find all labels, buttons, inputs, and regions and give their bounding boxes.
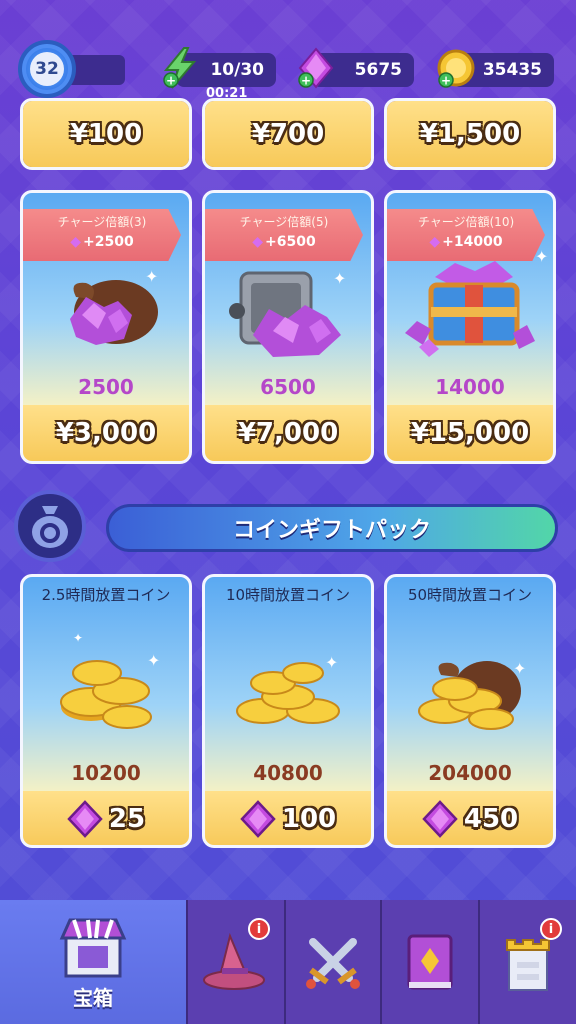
sparkle-icon: ✦ <box>73 631 84 645</box>
gem-pack-card[interactable]: チャージ倍額(3) ◆ +2500 ✦ 2500 ¥3,000 <box>20 190 192 464</box>
tab-shop-label: 宝箱 <box>73 985 113 1010</box>
bonus-badge: チャージ倍額(5) ◆ +6500 <box>205 209 363 261</box>
badge-title: チャージ倍額(10) <box>417 215 515 229</box>
gem-chest-icon <box>387 257 553 363</box>
tab-book[interactable] <box>380 900 478 1024</box>
coin-amount: 40800 <box>253 761 323 785</box>
card-artwork-area: チャージ倍額(10) ◆ +14000 ✦ 14000 <box>387 193 553 405</box>
bottom-nav: 宝箱 i i <box>0 900 576 1024</box>
sparkle-icon: ✦ <box>333 269 347 288</box>
gear-icon: 32 <box>18 40 76 98</box>
section-title: コインギフトパック <box>106 504 558 552</box>
bonus-value: +2500 <box>83 234 134 250</box>
coin-count: 35435 <box>482 60 542 80</box>
gem-pack-card[interactable]: チャージ倍額(10) ◆ +14000 ✦ 14000 ¥15,000 <box>384 190 556 464</box>
coin-bag-icon <box>14 490 86 562</box>
gem-cost: 25 <box>108 804 146 834</box>
coin-icon: + <box>437 49 475 88</box>
gem-cost: 450 <box>463 804 519 834</box>
svg-text:+: + <box>166 74 176 88</box>
top-status-bar: 32 10/30 + 00:21 5675 + 35435 + <box>0 0 576 110</box>
bonus-badge: チャージ倍額(10) ◆ +14000 <box>387 209 545 261</box>
price-label: ¥100 <box>23 101 189 167</box>
price-label: ¥700 <box>205 101 371 167</box>
xp-bar <box>70 55 125 85</box>
price-label: ¥7,000 <box>205 405 371 461</box>
tab-wizard[interactable]: i <box>186 900 284 1024</box>
coin-pile-icon <box>23 647 189 733</box>
lightning-icon: + <box>163 47 197 89</box>
card-artwork-area: チャージ倍額(5) ◆ +6500 ✦ 6500 <box>205 193 371 405</box>
sparkle-icon: ✦ <box>513 659 527 678</box>
price-label: ¥1,500 <box>387 101 553 167</box>
book-icon <box>407 934 453 990</box>
badge-bonus: ◆ +6500 <box>205 234 363 250</box>
coin-pile-icon <box>205 649 371 735</box>
sparkle-icon: ✦ <box>147 651 161 670</box>
bonus-value: +14000 <box>442 234 503 250</box>
gem-icon <box>67 800 103 838</box>
sparkle-icon: ✦ <box>535 247 549 266</box>
crossed-swords-icon <box>306 938 360 989</box>
coin-pack-card[interactable]: 50時間放置コイン ✦ 204000 450 <box>384 574 556 848</box>
card-artwork-area: 10時間放置コイン ✦ 40800 <box>205 577 371 791</box>
level-badge[interactable]: 32 <box>18 40 76 98</box>
energy-value: 10/30 <box>210 60 264 80</box>
shop-icon <box>59 918 127 977</box>
coin-amount: 10200 <box>71 761 141 785</box>
notification-badge: i <box>540 918 562 940</box>
badge-title: チャージ倍額(5) <box>239 215 329 229</box>
gem-count: 5675 <box>354 60 402 80</box>
notification-badge: i <box>248 918 270 940</box>
small-gem-icon: ◆ <box>70 234 82 250</box>
gem-amount: 14000 <box>435 375 505 399</box>
gem-bag-icon <box>23 267 189 357</box>
coin-pack-title: 10時間放置コイン <box>225 586 351 604</box>
castle-icon <box>506 939 550 991</box>
energy-timer: 00:21 <box>206 86 248 101</box>
gem-cost: 100 <box>281 804 337 834</box>
gem-icon: + <box>298 47 334 89</box>
card-artwork-area: チャージ倍額(3) ◆ +2500 ✦ 2500 <box>23 193 189 405</box>
level-number: 32 <box>30 52 64 86</box>
price-label: ¥15,000 <box>387 405 553 461</box>
gem-amount: 2500 <box>78 375 134 399</box>
coin-section-header: コインギフトパック <box>14 488 562 562</box>
coin-pack-card[interactable]: 2.5時間放置コイン ✦ ✦ 10200 25 <box>20 574 192 848</box>
small-gem-icon: ◆ <box>252 234 264 250</box>
card-artwork-area: 2.5時間放置コイン ✦ ✦ 10200 <box>23 577 189 791</box>
badge-bonus: ◆ +2500 <box>23 234 181 250</box>
tab-battle[interactable] <box>284 900 380 1024</box>
coin-amount: 204000 <box>428 761 512 785</box>
bonus-badge: チャージ倍額(3) ◆ +2500 <box>23 209 181 261</box>
card-artwork-area: 50時間放置コイン ✦ 204000 <box>387 577 553 791</box>
small-gem-icon: ◆ <box>429 234 441 250</box>
coin-pack-title: 50時間放置コイン <box>407 586 533 604</box>
gem-cost-button: 450 <box>387 791 553 845</box>
bonus-value: +6500 <box>265 234 316 250</box>
sparkle-icon: ✦ <box>325 653 339 672</box>
badge-title: チャージ倍額(3) <box>57 215 147 229</box>
coin-pack-title: 2.5時間放置コイン <box>41 586 171 604</box>
badge-bonus: ◆ +14000 <box>387 234 545 250</box>
sparkle-icon: ✦ <box>145 267 159 286</box>
tab-castle[interactable]: i <box>478 900 576 1024</box>
gem-amount: 6500 <box>260 375 316 399</box>
tab-shop[interactable]: 宝箱 <box>0 900 186 1024</box>
gem-cost-button: 25 <box>23 791 189 845</box>
svg-text:+: + <box>441 74 451 88</box>
gem-icon <box>240 800 276 838</box>
gem-pack-card[interactable]: チャージ倍額(5) ◆ +6500 ✦ 6500 ¥7,000 <box>202 190 374 464</box>
price-label: ¥3,000 <box>23 405 189 461</box>
coin-pack-card[interactable]: 10時間放置コイン ✦ 40800 100 <box>202 574 374 848</box>
svg-text:+: + <box>301 74 311 88</box>
gem-cost-button: 100 <box>205 791 371 845</box>
gem-icon <box>422 800 458 838</box>
coin-sack-icon <box>387 647 553 737</box>
